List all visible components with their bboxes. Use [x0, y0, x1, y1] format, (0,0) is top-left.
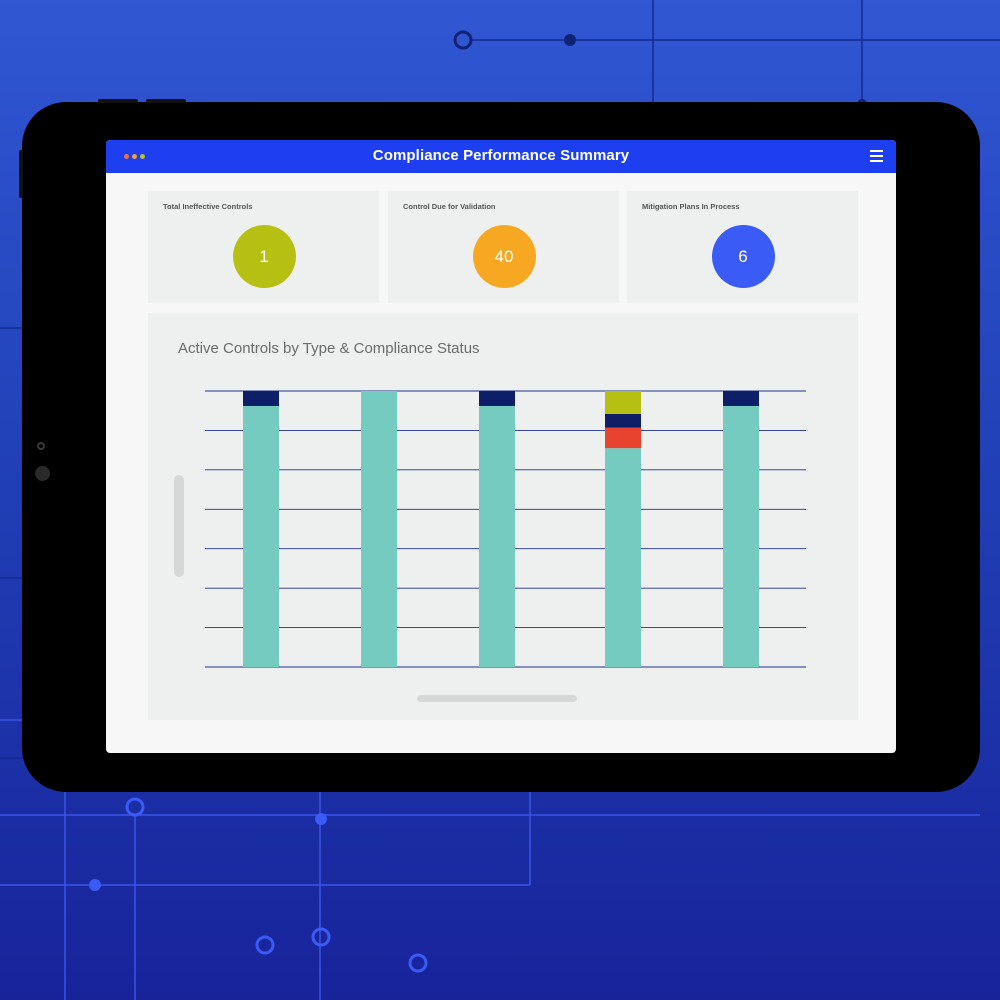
kpi-card-due-for-validation[interactable]: Control Due for Validation 40	[388, 191, 619, 303]
kpi-label: Control Due for Validation	[403, 202, 496, 211]
vertical-scrollbar[interactable]	[174, 475, 184, 577]
bar-segment[interactable]	[479, 405, 515, 667]
tablet-home-sensor-icon	[35, 466, 50, 481]
kpi-card-mitigation-plans[interactable]: Mitigation Plans In Process 6	[627, 191, 858, 303]
hamburger-menu-icon[interactable]	[870, 150, 883, 162]
bar-segment[interactable]	[605, 448, 641, 667]
title-bar: Compliance Performance Summary	[106, 140, 896, 173]
tablet-top-button	[98, 99, 138, 103]
tablet-top-button	[146, 99, 186, 103]
bar-segment[interactable]	[479, 391, 515, 406]
bar-segment[interactable]	[243, 405, 279, 667]
bar-segment[interactable]	[723, 405, 759, 667]
kpi-value-badge: 1	[232, 225, 296, 288]
kpi-card-ineffective-controls[interactable]: Total Ineffective Controls 1	[148, 191, 379, 303]
app-screen: Compliance Performance Summary Total Ine…	[106, 140, 896, 753]
bar-segment[interactable]	[605, 391, 641, 414]
tablet-camera-icon	[37, 442, 45, 450]
page-title: Compliance Performance Summary	[372, 147, 630, 164]
bar-segment[interactable]	[361, 391, 397, 667]
bar-segment[interactable]	[605, 413, 641, 428]
stacked-bar-chart	[205, 390, 806, 668]
chart-panel: Active Controls by Type & Compliance Sta…	[148, 313, 858, 720]
kpi-label: Mitigation Plans In Process	[642, 202, 740, 211]
kpi-value-badge: 40	[472, 225, 536, 288]
tablet-side-button	[19, 150, 23, 198]
horizontal-scrollbar[interactable]	[417, 695, 577, 702]
bar-segment[interactable]	[723, 391, 759, 406]
bar-segment[interactable]	[243, 391, 279, 406]
bar-segment[interactable]	[605, 427, 641, 449]
kpi-label: Total Ineffective Controls	[163, 202, 253, 211]
kpi-value-badge: 6	[711, 225, 775, 288]
